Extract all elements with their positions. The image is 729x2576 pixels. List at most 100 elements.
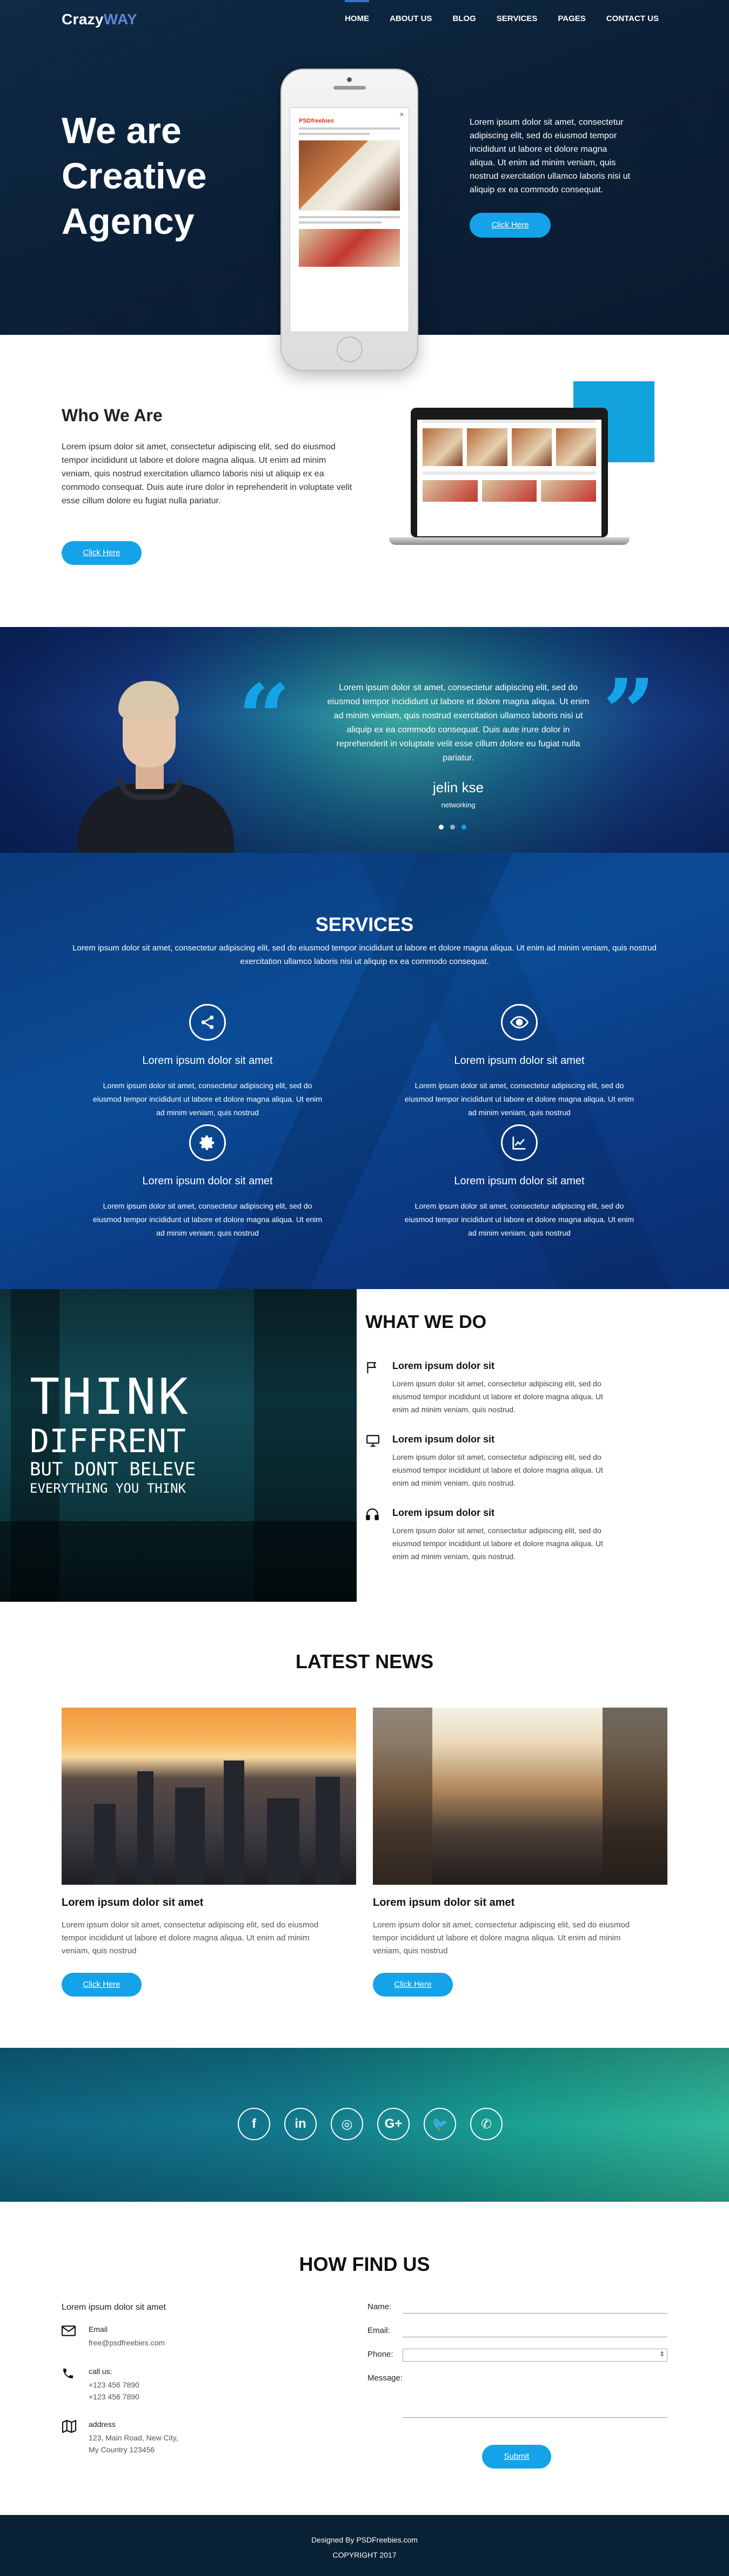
image-building-shape <box>603 1708 667 1885</box>
news-card-text: Lorem ipsum dolor sit amet, consectetur … <box>373 1920 630 1955</box>
slider-dot[interactable] <box>439 825 444 830</box>
logo-main-text: Crazy <box>62 11 104 28</box>
news-card: Lorem ipsum dolor sit amet Lorem ipsum d… <box>373 1708 667 1997</box>
laptop-lid <box>411 408 608 537</box>
share-icon <box>189 1004 226 1041</box>
latest-news-section: LATEST NEWS Lorem ipsum dolor sit amet L… <box>0 1602 729 2048</box>
linkedin-icon[interactable]: in <box>284 2108 317 2140</box>
service-title: Lorem ipsum dolor sit amet <box>454 1175 585 1187</box>
how-find-us-section: HOW FIND US Lorem ipsum dolor sit amet E… <box>0 2202 729 2515</box>
phone-label: Phone: <box>367 2350 393 2359</box>
services-title: SERVICES <box>315 913 414 935</box>
hero-cta-button[interactable]: Click Here <box>470 213 551 238</box>
whatsapp-icon[interactable]: ✆ <box>470 2108 503 2140</box>
email-label: Email: <box>367 2326 390 2335</box>
laptop-screen-image <box>511 428 552 466</box>
think-text-line: THINK <box>30 1368 190 1426</box>
phone-screen: PSDfreebies ✕ <box>290 107 409 332</box>
message-field[interactable] <box>403 2381 667 2418</box>
facebook-icon[interactable]: f <box>238 2108 270 2140</box>
think-text-line: BUT DONT BELEVE <box>30 1459 196 1480</box>
spinner-icon[interactable]: ⇕ <box>659 2350 665 2358</box>
hero-section: CrazyWAY HOME ABOUT US BLOG SERVICES PAG… <box>0 0 729 371</box>
contact-value[interactable]: +123 456 7890 +123 456 7890 <box>89 2379 224 2403</box>
news-card-image-city[interactable] <box>62 1708 356 1885</box>
who-we-are-text: Lorem ipsum dolor sit amet, consectetur … <box>62 442 352 505</box>
what-we-do-title: WHAT WE DO <box>365 1312 487 1332</box>
news-card-button[interactable]: Click Here <box>62 1973 142 1997</box>
contact-address: address 123, Main Road, New City, My Cou… <box>62 2419 224 2456</box>
nav-item-blog[interactable]: BLOG <box>452 14 476 23</box>
phone-screen-text-line <box>299 221 382 224</box>
phone-speaker <box>333 86 366 90</box>
gear-icon <box>189 1124 226 1161</box>
what-we-do-item: Lorem ipsum dolor sit Lorem ipsum dolor … <box>365 1360 614 1416</box>
twitter-icon[interactable]: 🐦 <box>424 2108 456 2140</box>
googleplus-icon[interactable]: G+ <box>377 2108 410 2140</box>
footer-designed-by[interactable]: Designed By PSDFreebies.com <box>0 2535 729 2544</box>
phone-screen-image <box>299 140 400 211</box>
news-card-title[interactable]: Lorem ipsum dolor sit amet <box>373 1897 667 1909</box>
slider-dot[interactable] <box>450 825 455 830</box>
what-we-do-section: THINK DIFFRENT BUT DONT BELEVE EVERYTHIN… <box>0 1289 729 1602</box>
news-card-title[interactable]: Lorem ipsum dolor sit amet <box>62 1897 356 1909</box>
service-title: Lorem ipsum dolor sit amet <box>142 1175 273 1187</box>
think-text-line: EVERYTHING YOU THINK <box>30 1481 186 1496</box>
what-we-do-item: Lorem ipsum dolor sit Lorem ipsum dolor … <box>365 1434 614 1489</box>
hero-description: Lorem ipsum dolor sit amet, consectetur … <box>470 118 631 194</box>
quote-open-icon: “ <box>238 664 291 772</box>
what-we-do-item-title: Lorem ipsum dolor sit <box>392 1360 495 1371</box>
image-tower-shape <box>224 1761 244 1885</box>
phone-field[interactable]: ⇕ <box>403 2349 667 2362</box>
phone-screen-image <box>299 229 400 267</box>
site-logo[interactable]: CrazyWAY <box>62 11 137 28</box>
testimonial-slider-dots <box>439 825 466 830</box>
phone-screen-text-line <box>299 127 400 130</box>
laptop-screen-gallery <box>423 428 596 466</box>
testimonial-role: networking <box>441 801 476 809</box>
laptop-screen-image <box>423 428 463 466</box>
nav-item-contact[interactable]: CONTACT US <box>606 14 659 23</box>
chart-icon <box>501 1124 538 1161</box>
image-building-shape <box>373 1708 432 1885</box>
nav-item-home[interactable]: HOME <box>345 0 370 23</box>
mail-icon <box>62 2325 76 2341</box>
instagram-icon[interactable]: ◎ <box>331 2108 363 2140</box>
who-we-are-button[interactable]: Click Here <box>62 541 142 565</box>
nav-item-services[interactable]: SERVICES <box>497 14 538 23</box>
service-text: Lorem ipsum dolor sit amet, consectetur … <box>92 1081 323 1117</box>
headphones-icon <box>365 1507 379 1525</box>
service-text: Lorem ipsum dolor sit amet, consectetur … <box>404 1081 634 1117</box>
submit-button[interactable]: Submit <box>482 2445 551 2469</box>
monitor-icon <box>365 1434 380 1452</box>
testimonial-person-photo <box>66 659 245 853</box>
contact-email: Email free@psdfreebies.com <box>62 2325 224 2349</box>
news-card-image-street[interactable] <box>373 1708 667 1885</box>
news-card-button[interactable]: Click Here <box>373 1973 453 1997</box>
service-item: Lorem ipsum dolor sit amet Lorem ipsum d… <box>400 1004 638 1120</box>
nav-item-pages[interactable]: PAGES <box>558 14 585 23</box>
phone-icon <box>62 2367 75 2384</box>
hero-title: We are Creative Agency <box>62 110 207 242</box>
service-item: Lorem ipsum dolor sit amet Lorem ipsum d… <box>89 1124 326 1240</box>
service-text: Lorem ipsum dolor sit amet, consectetur … <box>404 1202 634 1237</box>
service-item: Lorem ipsum dolor sit amet Lorem ipsum d… <box>89 1004 326 1120</box>
image-tower-shape <box>137 1771 153 1885</box>
phone-mockup: PSDfreebies ✕ <box>280 69 418 371</box>
phone-screen-logo: PSDfreebies <box>299 118 334 124</box>
image-tower-shape <box>316 1777 340 1885</box>
news-card: Lorem ipsum dolor sit amet Lorem ipsum d… <box>62 1708 356 1997</box>
laptop-mockup <box>389 408 630 559</box>
map-icon <box>62 2419 77 2437</box>
close-icon: ✕ <box>399 112 404 118</box>
contact-phone: call us: +123 456 7890 +123 456 7890 <box>62 2367 224 2403</box>
name-label: Name: <box>367 2302 392 2311</box>
image-tower-shape <box>94 1804 116 1885</box>
name-field[interactable] <box>403 2313 667 2314</box>
top-navigation: CrazyWAY HOME ABOUT US BLOG SERVICES PAG… <box>0 0 729 39</box>
testimonial-text: Lorem ipsum dolor sit amet, consectetur … <box>327 683 590 763</box>
service-title: Lorem ipsum dolor sit amet <box>454 1055 585 1067</box>
slider-dot[interactable] <box>462 825 466 830</box>
contact-value[interactable]: free@psdfreebies.com <box>89 2337 224 2349</box>
nav-item-about[interactable]: ABOUT US <box>390 14 432 23</box>
